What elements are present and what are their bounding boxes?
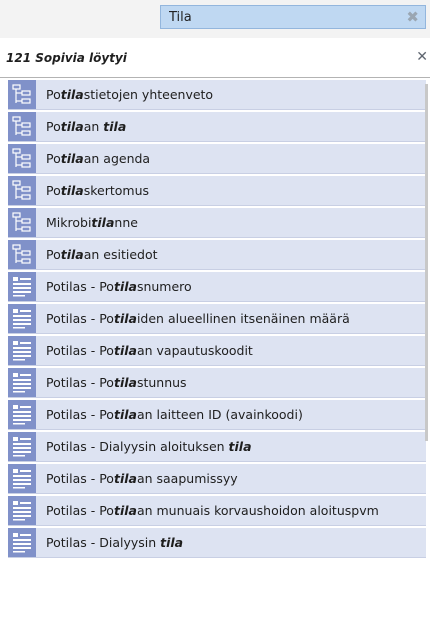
match-highlight: tila bbox=[113, 471, 137, 486]
list-item[interactable]: Potilas - Dialyysin aloituksen tila bbox=[8, 432, 426, 462]
search-input[interactable] bbox=[169, 8, 389, 26]
results-header: 121 Sopivia löytyi ✕ bbox=[0, 40, 430, 78]
list-item[interactable]: Potilaan agenda bbox=[8, 144, 426, 174]
match-highlight: tila bbox=[113, 343, 137, 358]
list-item-label: Potilaskertomus bbox=[46, 183, 149, 198]
list-item-label: Potilaan esitiedot bbox=[46, 247, 158, 262]
list-item-label: Potilastietojen yhteenveto bbox=[46, 87, 213, 102]
form-icon bbox=[8, 464, 36, 493]
label-text: Potilas - Po bbox=[46, 279, 114, 294]
label-text: Potilas - Po bbox=[46, 503, 114, 518]
label-text: Potilas - Po bbox=[46, 407, 114, 422]
form-icon bbox=[8, 400, 36, 429]
list-item-label: Potilas - Potilaan munuais korvaushoidon… bbox=[46, 503, 379, 518]
match-highlight: tila bbox=[113, 311, 137, 326]
tree-icon bbox=[8, 208, 36, 237]
list-item-label: Potilaan agenda bbox=[46, 151, 150, 166]
list-item[interactable]: Potilas - Potilaiden alueellinen itsenäi… bbox=[8, 304, 426, 334]
list-item-label: Potilas - Potilasnumero bbox=[46, 279, 192, 294]
list-item[interactable]: Potilas - Potilaan munuais korvaushoidon… bbox=[8, 496, 426, 526]
list-item-label: Potilas - Dialyysin aloituksen tila bbox=[46, 439, 252, 454]
match-highlight: tila bbox=[91, 215, 115, 230]
list-item[interactable]: Potilas - Potilastunnus bbox=[8, 368, 426, 398]
top-bar: ✖ bbox=[0, 0, 430, 38]
list-item[interactable]: Mikrobitilanne bbox=[8, 208, 426, 238]
match-highlight: tila bbox=[60, 247, 84, 262]
form-icon bbox=[8, 368, 36, 397]
label-text: nne bbox=[114, 215, 138, 230]
list-item[interactable]: Potilaan esitiedot bbox=[8, 240, 426, 270]
divider bbox=[0, 77, 430, 78]
label-text: Potilas - Dialyysin bbox=[46, 535, 161, 550]
label-text: Potilas - Dialyysin aloituksen bbox=[46, 439, 229, 454]
label-text: skertomus bbox=[83, 183, 150, 198]
label-text: an saapumissyy bbox=[136, 471, 238, 486]
tree-icon bbox=[8, 144, 36, 173]
results-list: Potilastietojen yhteenveto Potilaan tila P… bbox=[8, 80, 426, 637]
label-text: Potilas - Po bbox=[46, 343, 114, 358]
label-text: an vapautuskoodit bbox=[136, 343, 253, 358]
list-item-label: Potilaan tila bbox=[46, 119, 126, 134]
match-highlight: tila bbox=[160, 535, 184, 550]
label-text: stunnus bbox=[136, 375, 187, 390]
label-text: an laitteen ID (avainkoodi) bbox=[136, 407, 303, 422]
match-highlight: tila bbox=[113, 503, 137, 518]
match-highlight: tila bbox=[60, 183, 84, 198]
match-highlight: tila bbox=[60, 151, 84, 166]
label-text: an munuais korvaushoidon aloituspvm bbox=[136, 503, 379, 518]
form-icon bbox=[8, 496, 36, 525]
search-box[interactable]: ✖ bbox=[160, 5, 426, 29]
form-icon bbox=[8, 336, 36, 365]
list-item[interactable]: Potilas - Dialyysin tila bbox=[8, 528, 426, 558]
match-highlight: tila bbox=[113, 279, 137, 294]
label-text: an bbox=[83, 119, 104, 134]
form-icon bbox=[8, 272, 36, 301]
list-item-label: Potilas - Potilaiden alueellinen itsenäi… bbox=[46, 311, 350, 326]
label-text: an agenda bbox=[83, 151, 151, 166]
match-highlight: tila bbox=[228, 439, 252, 454]
match-highlight: tila bbox=[60, 87, 84, 102]
match-highlight: tila bbox=[103, 119, 127, 134]
list-item-label: Potilas - Potilaan laitteen ID (avainkoo… bbox=[46, 407, 303, 422]
label-text: snumero bbox=[136, 279, 192, 294]
label-text: Po bbox=[46, 247, 61, 262]
results-count: 121 Sopivia löytyi bbox=[6, 51, 127, 65]
label-text: Po bbox=[46, 87, 61, 102]
label-text: Po bbox=[46, 183, 61, 198]
match-highlight: tila bbox=[113, 375, 137, 390]
list-item-label: Potilas - Potilastunnus bbox=[46, 375, 187, 390]
list-item[interactable]: Potilaskertomus bbox=[8, 176, 426, 206]
list-item-label: Potilas - Potilaan saapumissyy bbox=[46, 471, 238, 486]
list-item-label: Potilas - Potilaan vapautuskoodit bbox=[46, 343, 253, 358]
close-icon[interactable]: ✖ bbox=[406, 8, 419, 26]
label-text: iden alueellinen itsenäinen määrä bbox=[136, 311, 350, 326]
label-text: Mikrobi bbox=[46, 215, 92, 230]
match-highlight: tila bbox=[113, 407, 137, 422]
label-text: Po bbox=[46, 119, 61, 134]
list-item-label: Potilas - Dialyysin tila bbox=[46, 535, 183, 550]
label-text: an esitiedot bbox=[83, 247, 158, 262]
match-highlight: tila bbox=[60, 119, 84, 134]
tree-icon bbox=[8, 176, 36, 205]
label-text: Potilas - Po bbox=[46, 311, 114, 326]
label-text: stietojen yhteenveto bbox=[83, 87, 214, 102]
form-icon bbox=[8, 528, 36, 557]
form-icon bbox=[8, 304, 36, 333]
label-text: Potilas - Po bbox=[46, 375, 114, 390]
list-item[interactable]: Potilas - Potilaan laitteen ID (avainkoo… bbox=[8, 400, 426, 430]
scrollbar[interactable] bbox=[425, 84, 428, 441]
form-icon bbox=[8, 432, 36, 461]
list-item[interactable]: Potilas - Potilaan saapumissyy bbox=[8, 464, 426, 494]
tree-icon bbox=[8, 240, 36, 269]
list-item[interactable]: Potilaan tila bbox=[8, 112, 426, 142]
tree-icon bbox=[8, 112, 36, 141]
list-item[interactable]: Potilas - Potilaan vapautuskoodit bbox=[8, 336, 426, 366]
label-text: Potilas - Po bbox=[46, 471, 114, 486]
list-item[interactable]: Potilas - Potilasnumero bbox=[8, 272, 426, 302]
list-item[interactable]: Potilastietojen yhteenveto bbox=[8, 80, 426, 110]
close-icon[interactable]: ✕ bbox=[416, 49, 428, 65]
label-text: Po bbox=[46, 151, 61, 166]
list-item-label: Mikrobitilanne bbox=[46, 215, 138, 230]
tree-icon bbox=[8, 80, 36, 109]
